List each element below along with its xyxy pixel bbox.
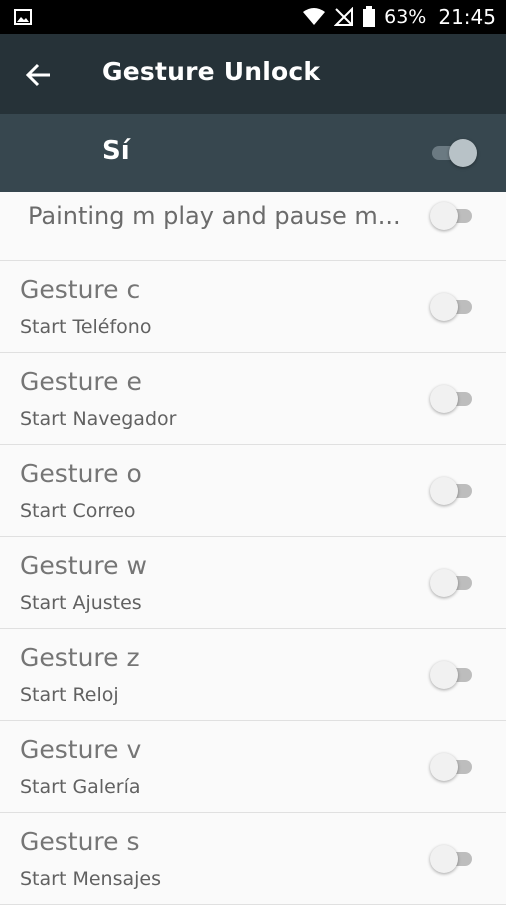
list-item[interactable]: Gesture w Start Ajustes [0, 537, 506, 629]
wifi-icon [303, 8, 326, 25]
list-item[interactable]: Gesture o Start Correo [0, 445, 506, 537]
image-icon [14, 9, 32, 25]
item-title: Gesture v [20, 735, 142, 764]
toggle-thumb [430, 753, 458, 781]
status-right: 63% 21:45 [302, 0, 496, 34]
toggle-thumb [430, 293, 458, 321]
item-subtitle: Start Reloj [20, 684, 119, 706]
toggle-thumb [430, 385, 458, 413]
item-title: Gesture o [20, 459, 142, 488]
item-title: Gesture s [20, 827, 140, 856]
status-bar: 63% 21:45 [0, 0, 506, 34]
item-toggle[interactable] [430, 477, 476, 505]
item-subtitle: Start Correo [20, 500, 136, 522]
item-subtitle: Start Mensajes [20, 868, 161, 890]
item-subtitle: Start Ajustes [20, 592, 142, 614]
item-title: Gesture w [20, 551, 147, 580]
battery-icon [363, 6, 376, 27]
master-switch-row[interactable]: Sí [0, 114, 506, 192]
list-item[interactable]: Gesture z Start Reloj [0, 629, 506, 721]
clock: 21:45 [438, 5, 496, 29]
item-title: Gesture c [20, 275, 141, 304]
item-toggle[interactable] [430, 845, 476, 873]
item-toggle[interactable] [430, 569, 476, 597]
item-toggle[interactable] [430, 385, 476, 413]
toggle-thumb [430, 477, 458, 505]
list-item[interactable]: Gesture v Start Galería [0, 721, 506, 813]
list-item[interactable]: Gesture s Start Mensajes [0, 813, 506, 905]
battery-percent: 63% [384, 6, 427, 28]
master-toggle[interactable] [430, 139, 477, 167]
list-item[interactable]: Painting m play and pause m... [0, 192, 506, 261]
list-item[interactable]: Gesture c Start Teléfono [0, 261, 506, 353]
toggle-thumb [430, 845, 458, 873]
toggle-thumb [449, 139, 477, 167]
toggle-thumb [430, 661, 458, 689]
toggle-thumb [430, 202, 458, 230]
item-subtitle: Start Teléfono [20, 316, 152, 338]
master-switch-label: Sí [102, 136, 130, 166]
item-title: Gesture e [20, 367, 142, 396]
no-signal-icon [334, 7, 354, 26]
item-title: Painting m play and pause m... [28, 202, 401, 230]
item-title: Gesture z [20, 643, 140, 672]
list-item[interactable]: Gesture e Start Navegador [0, 353, 506, 445]
page-title: Gesture Unlock [102, 57, 321, 86]
item-toggle[interactable] [430, 293, 476, 321]
app-bar: Gesture Unlock [0, 34, 506, 114]
item-subtitle: Start Galería [20, 776, 141, 798]
toggle-thumb [430, 569, 458, 597]
item-toggle[interactable] [430, 753, 476, 781]
item-subtitle: Start Navegador [20, 408, 177, 430]
gesture-list: Painting m play and pause m... Gesture c… [0, 192, 506, 905]
item-toggle[interactable] [430, 202, 476, 230]
back-arrow-icon[interactable] [24, 60, 54, 90]
item-toggle[interactable] [430, 661, 476, 689]
